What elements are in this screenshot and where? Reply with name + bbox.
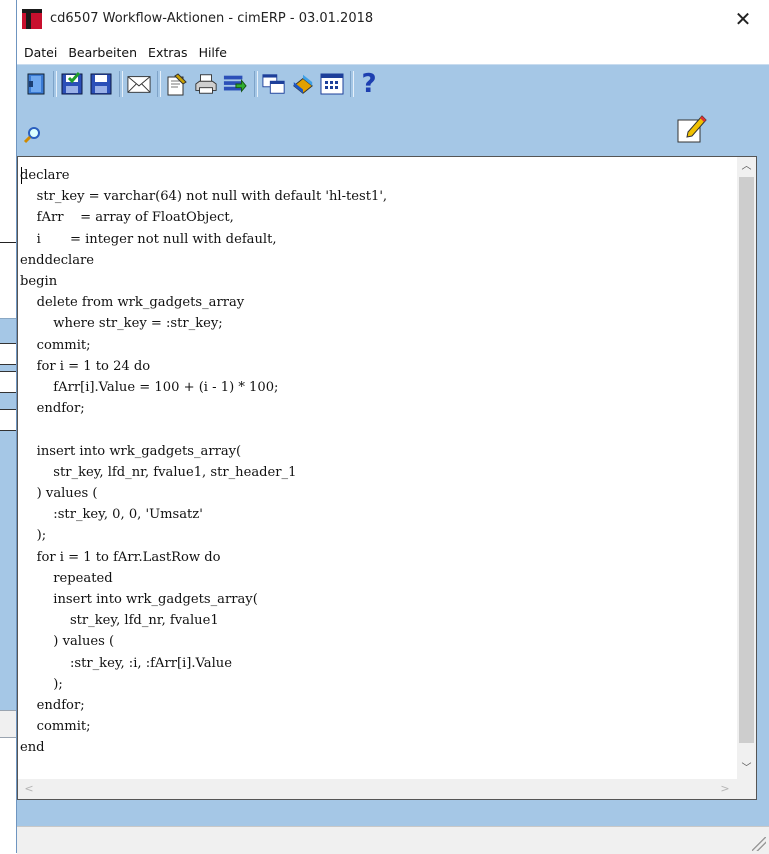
toolbar-separator [119, 71, 123, 97]
print-icon[interactable] [194, 72, 218, 96]
resize-grip-icon[interactable] [752, 837, 766, 851]
menu-bar: Datei Bearbeiten Extras Hilfe [17, 40, 769, 64]
menu-extras[interactable]: Extras [141, 40, 192, 60]
cimerp-app-icon [22, 9, 42, 29]
title-bar[interactable]: cd6507 Workflow-Aktionen - cimERP - 03.0… [17, 0, 769, 40]
content-area: declare str_key = varchar(64) not null w… [17, 102, 769, 853]
edit-document-icon[interactable] [165, 72, 189, 96]
toolbar-separator [254, 71, 258, 97]
copy-windows-icon[interactable] [262, 72, 286, 96]
background-divider [0, 242, 16, 243]
edit-pencil-icon[interactable] [674, 112, 708, 144]
workflow-actions-window: cd6507 Workflow-Aktionen - cimERP - 03.0… [16, 0, 769, 854]
vertical-scrollbar[interactable]: ︿ ﹀ [737, 157, 756, 779]
scroll-thumb[interactable] [739, 177, 754, 743]
toolbar-separator [350, 71, 354, 97]
scroll-down-button[interactable]: ﹀ [737, 760, 756, 778]
close-button[interactable]: ✕ [730, 6, 756, 32]
toolbar: ? [17, 64, 769, 104]
scroll-up-button[interactable]: ︿ [737, 158, 756, 176]
menu-hilfe[interactable]: Hilfe [192, 40, 231, 60]
scroll-left-button[interactable]: < [20, 779, 38, 799]
window-title: cd6507 Workflow-Aktionen - cimERP - 03.0… [50, 11, 374, 26]
help-icon[interactable]: ? [357, 69, 381, 99]
code-text[interactable]: declare str_key = varchar(64) not null w… [20, 165, 710, 775]
save-as-icon[interactable] [60, 72, 84, 96]
export-icon[interactable] [223, 72, 247, 96]
exit-door-icon[interactable] [25, 72, 49, 96]
book-icon[interactable] [291, 72, 315, 96]
scroll-right-button[interactable]: > [716, 779, 734, 799]
mail-icon[interactable] [127, 72, 151, 96]
save-icon[interactable] [89, 72, 113, 96]
text-caret [21, 167, 22, 184]
background-footer [0, 710, 16, 738]
code-editor[interactable]: declare str_key = varchar(64) not null w… [17, 156, 757, 800]
table-icon[interactable] [320, 72, 344, 96]
menu-bearbeiten[interactable]: Bearbeiten [61, 40, 141, 60]
background-field [0, 371, 16, 393]
toolbar-separator [53, 71, 57, 97]
menu-datei[interactable]: Datei [17, 40, 61, 60]
background-field [0, 343, 16, 365]
background-field [0, 409, 16, 431]
toolbar-separator [157, 71, 161, 97]
background-panel [0, 318, 16, 711]
status-bar [17, 826, 769, 854]
horizontal-scrollbar[interactable]: < > [18, 779, 756, 799]
search-icon[interactable] [23, 126, 41, 144]
